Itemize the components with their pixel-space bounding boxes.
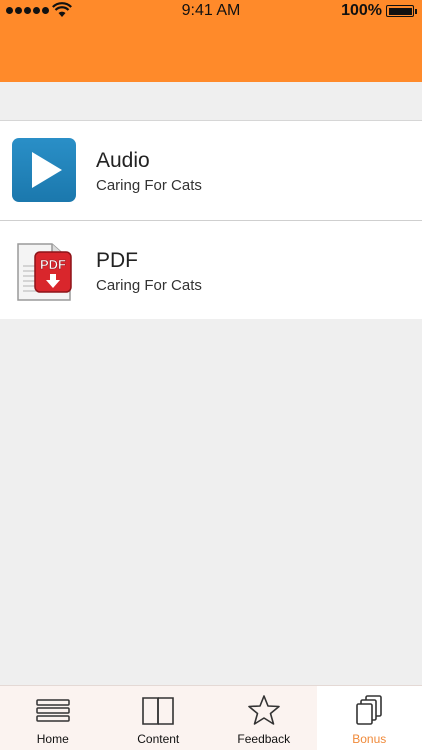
- item-title: Audio: [96, 149, 150, 172]
- star-icon: [247, 695, 280, 725]
- battery-percent: 100%: [341, 2, 382, 19]
- content-list: Audio Caring For Cats PDF PDF Caring For…: [0, 120, 422, 319]
- navigation-bar: 9:41 AM 100%: [0, 0, 422, 82]
- book-icon: [142, 697, 175, 725]
- tab-content[interactable]: Content: [106, 686, 212, 750]
- tab-label: Content: [137, 732, 180, 746]
- item-subtitle: Caring For Cats: [96, 277, 202, 294]
- list-item-audio[interactable]: Audio Caring For Cats: [0, 121, 422, 220]
- app-screen: 9:41 AM 100% Audio Caring For Cats PDF P…: [0, 0, 422, 750]
- tab-label: Bonus: [352, 732, 387, 746]
- item-title: PDF: [96, 249, 138, 272]
- tab-home[interactable]: Home: [0, 686, 106, 750]
- list-item-pdf[interactable]: PDF PDF Caring For Cats: [0, 220, 422, 319]
- play-icon: [12, 138, 76, 202]
- tab-label: Home: [36, 732, 69, 746]
- pages-icon: [356, 695, 383, 725]
- tab-bar: Home Content Feedback Bonus: [0, 685, 422, 750]
- tab-bonus[interactable]: Bonus: [316, 686, 422, 750]
- menu-lines-icon: [36, 699, 70, 722]
- battery-icon: [386, 5, 417, 17]
- tab-label: Feedback: [237, 732, 291, 746]
- item-subtitle: Caring For Cats: [96, 177, 202, 194]
- status-bar: 9:41 AM 100%: [0, 0, 422, 24]
- pdf-badge-text: PDF: [40, 257, 66, 272]
- pdf-icon: PDF: [12, 238, 76, 302]
- tab-feedback[interactable]: Feedback: [211, 686, 317, 750]
